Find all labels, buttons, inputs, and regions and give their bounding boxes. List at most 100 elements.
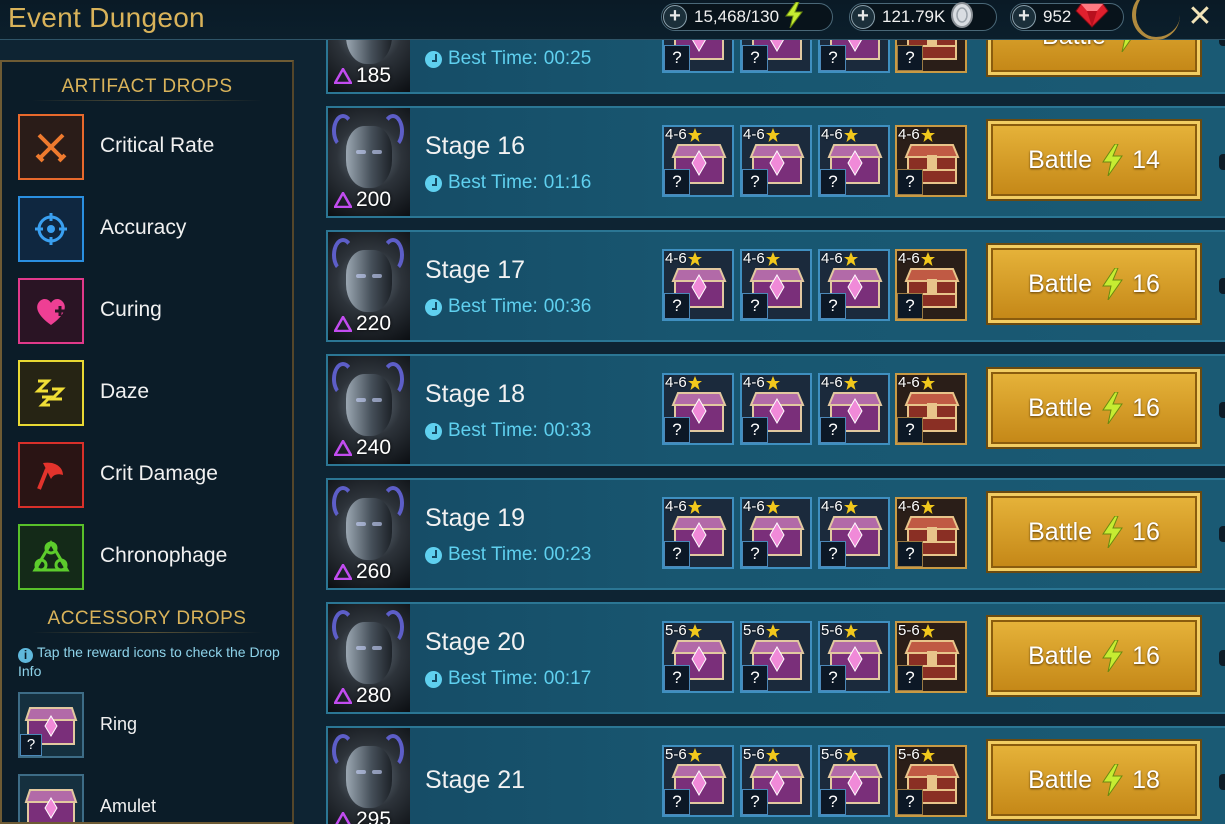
artifact-reward[interactable]: 5-6? [740, 621, 812, 693]
artifact-reward[interactable]: 4-6? [818, 497, 890, 569]
lightning-icon [1102, 516, 1124, 548]
artifact-reward[interactable]: 5-6? [818, 745, 890, 817]
rank-range: 5-6 [743, 622, 765, 639]
drop-info-badge: ? [664, 293, 690, 319]
rank-range: 5-6 [743, 746, 765, 763]
rank-range: 4-6 [743, 250, 765, 267]
artifact-set-label: Daze [100, 380, 150, 403]
boss-eye [372, 522, 382, 526]
reward-rank: 4-6 [665, 375, 702, 391]
silver-coin-icon [949, 1, 975, 33]
artifact-set-crit-damage[interactable]: Crit Damage [18, 442, 288, 508]
artifact-set-label: Accuracy [100, 216, 187, 239]
add-silver-button[interactable]: + [851, 5, 875, 29]
artifact-reward[interactable]: 5-6? [818, 621, 890, 693]
rank-range: 4-6 [898, 374, 920, 391]
accessory-amulet[interactable]: Amulet [18, 774, 278, 822]
artifact-reward[interactable]: 4-6? [818, 125, 890, 197]
add-gems-button[interactable]: + [1012, 5, 1036, 29]
artifact-reward[interactable]: 5-6? [662, 621, 734, 693]
energy-counter[interactable]: + 15,468/130 [661, 0, 833, 31]
battle-label: Battle [1042, 40, 1106, 51]
accessory-reward[interactable]: 4-6? [895, 497, 967, 569]
battle-energy-cost: 18 [1132, 765, 1160, 794]
artifact-reward[interactable]: ? [818, 40, 890, 73]
artifact-reward[interactable]: ? [740, 40, 812, 73]
battle-energy-cost: 16 [1132, 269, 1160, 298]
gem-counter[interactable]: + 952 [1010, 3, 1124, 31]
reward-rank: 5-6 [743, 746, 780, 763]
accessory-ring[interactable]: ? Ring [18, 692, 278, 758]
accessory-reward[interactable]: 5-6? [895, 745, 967, 817]
star-icon [687, 747, 702, 762]
battle-button[interactable]: Battle 16 [988, 369, 1200, 447]
drops-sidebar: ARTIFACT DROPS Critical Rate Accuracy Cu… [0, 60, 294, 824]
artifact-reward[interactable]: 4-6? [740, 249, 812, 321]
accessory-reward[interactable]: 5-6? [895, 621, 967, 693]
artifact-reward[interactable]: 4-6? [818, 249, 890, 321]
artifact-set-chronophage[interactable]: Chronophage [18, 524, 288, 590]
accessory-label: Amulet [100, 796, 157, 816]
battle-button[interactable]: Battle 16 [988, 493, 1200, 571]
stage-row: 200 Stage 16 Best Time: 01:16 4-6? 4-6? 4-… [326, 106, 1225, 218]
artifact-set-accuracy[interactable]: Accuracy [18, 196, 288, 262]
drop-info-badge: ? [664, 417, 690, 443]
drop-info-badge: ? [820, 789, 846, 815]
add-energy-button[interactable]: + [663, 5, 687, 29]
drop-info-badge: ? [664, 541, 690, 567]
battle-button[interactable]: Battle 18 [988, 741, 1200, 819]
artifact-reward[interactable]: 4-6? [818, 373, 890, 445]
stage-list[interactable]: 185 Best Time: 00:25 ???? Battle 200 [326, 40, 1225, 824]
boss-eye [356, 398, 366, 402]
artifact-reward[interactable]: 4-6? [740, 125, 812, 197]
accessory-reward[interactable]: ? [895, 40, 967, 73]
star-icon [687, 375, 702, 390]
best-time: Best Time: 00:33 [425, 420, 591, 442]
crossed-swords-icon [18, 114, 84, 180]
accessory-reward[interactable]: 4-6? [895, 373, 967, 445]
row-edge-notch [1219, 278, 1225, 294]
reward-rank: 4-6 [898, 251, 935, 267]
artifact-set-curing[interactable]: Curing [18, 278, 288, 344]
accessory-reward[interactable]: 4-6? [895, 249, 967, 321]
rank-range: 5-6 [898, 746, 920, 763]
battle-button[interactable]: Battle 16 [988, 245, 1200, 323]
crosshair-icon [18, 196, 84, 262]
boss-eye [372, 770, 382, 774]
reward-rank: 4-6 [665, 127, 702, 143]
close-icon[interactable]: ✕ [1180, 0, 1220, 34]
artifact-reward[interactable]: 4-6? [662, 497, 734, 569]
stage-name: Stage 20 [425, 628, 526, 656]
reward-rank: 4-6 [821, 499, 858, 515]
best-time-value: 00:17 [543, 668, 592, 689]
best-time-value: 00:36 [543, 296, 592, 317]
battle-label: Battle [1028, 765, 1093, 794]
artifact-reward[interactable]: ? [662, 40, 734, 73]
drop-info-badge: ? [742, 169, 768, 195]
artifact-set-critical-rate[interactable]: Critical Rate [18, 114, 288, 180]
row-edge-notch [1219, 154, 1225, 170]
stage-row: 240 Stage 18 Best Time: 00:33 4-6? 4-6? 4-… [326, 354, 1225, 466]
battle-label: Battle [1028, 517, 1093, 546]
zzz-icon [18, 360, 84, 426]
artifact-reward[interactable]: 4-6? [662, 373, 734, 445]
lightning-icon [1102, 640, 1124, 672]
accessory-reward[interactable]: 4-6? [895, 125, 967, 197]
artifact-reward[interactable]: 4-6? [740, 373, 812, 445]
artifact-reward[interactable]: 5-6? [740, 745, 812, 817]
artifact-set-daze[interactable]: Daze [18, 360, 288, 426]
reward-rank: 4-6 [743, 250, 780, 267]
battle-button[interactable]: Battle [988, 40, 1200, 75]
star-icon [687, 499, 702, 514]
clock-icon [425, 298, 442, 316]
artifact-reward[interactable]: 4-6? [740, 497, 812, 569]
artifact-reward[interactable]: 4-6? [662, 125, 734, 197]
drop-info-badge: ? [742, 665, 768, 691]
artifact-reward[interactable]: 4-6? [662, 249, 734, 321]
artifact-reward[interactable]: 5-6? [662, 745, 734, 817]
clock-icon [425, 546, 442, 564]
battle-button[interactable]: Battle 14 [988, 121, 1200, 199]
battle-button[interactable]: Battle 16 [988, 617, 1200, 695]
silver-counter[interactable]: + 121.79K [849, 1, 997, 33]
reward-rank: 4-6 [743, 127, 780, 143]
